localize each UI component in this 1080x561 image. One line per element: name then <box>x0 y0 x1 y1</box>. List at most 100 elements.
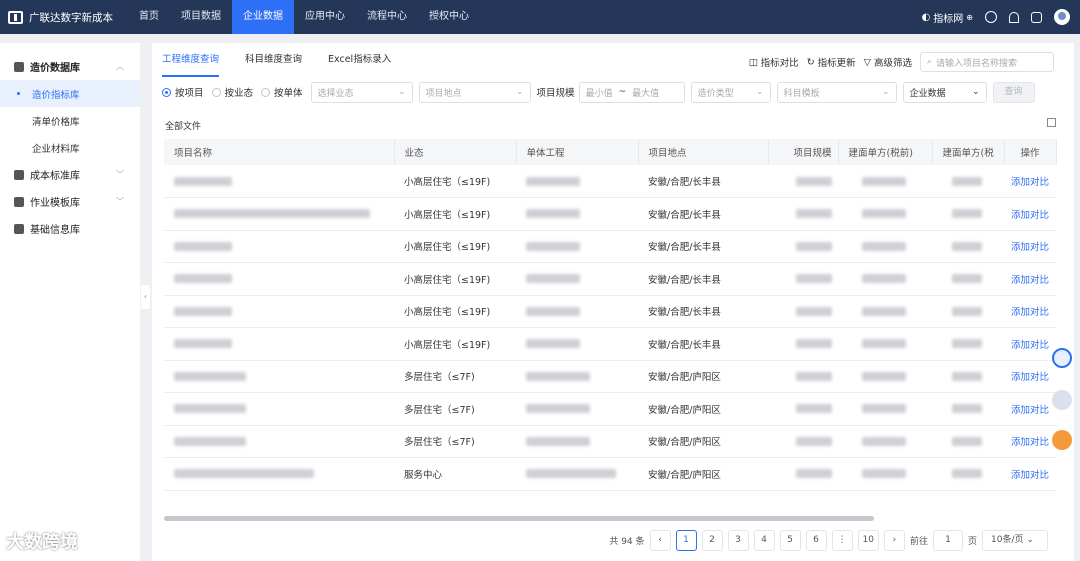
col-header-unit-project[interactable]: 单体工程 <box>516 139 639 165</box>
cell-location: 安徽/合肥/长丰县 <box>638 165 768 198</box>
subject-template-select[interactable]: 科目模板 ⌄ <box>776 81 897 103</box>
cell-action: 添加对比 <box>1004 295 1056 328</box>
add-compare-link[interactable]: 添加对比 <box>1011 470 1049 481</box>
cell-business-type: 小高层住宅（≤19F) <box>394 165 516 198</box>
radio-by-business[interactable]: 按业态 <box>211 85 253 99</box>
col-header-business-type[interactable]: 业态 <box>394 139 517 165</box>
nav-item-project-data[interactable]: 项目数据 <box>170 0 232 34</box>
search-placeholder: 请输入项目名称搜索 <box>936 58 1018 69</box>
database-icon <box>14 223 24 234</box>
update-button[interactable]: ↻ 指标更新 <box>807 55 856 70</box>
cell-location: 安徽/合肥/庐阳区 <box>638 360 768 393</box>
col-header-location[interactable]: 项目地点 <box>638 139 769 165</box>
add-compare-link[interactable]: 添加对比 <box>1011 372 1049 383</box>
location-select[interactable]: 项目地点 ⌄ <box>418 81 531 103</box>
max-placeholder: 最大值 <box>632 88 660 99</box>
sidebar-group-work-template[interactable]: 作业模板库 ﹀ <box>0 188 140 215</box>
page-button-6[interactable]: 6 <box>805 530 827 551</box>
table-row: 小高层住宅（≤19F) 安徽/合肥/长丰县 添加对比 <box>164 165 1056 198</box>
sidebar-group-basic-info[interactable]: 基础信息库 <box>0 215 140 242</box>
add-compare-link[interactable]: 添加对比 <box>1011 340 1049 351</box>
cell-unit-project <box>516 392 638 426</box>
select-placeholder: 科目模板 <box>783 88 820 99</box>
cell-project-name <box>164 165 394 198</box>
next-page-button[interactable]: › <box>883 530 905 551</box>
page-size-select[interactable]: 10条/页 ⌄ <box>982 530 1048 551</box>
tab-excel-import[interactable]: Excel指标录入 <box>328 43 391 77</box>
cell-unit-cost-pretax <box>838 457 932 491</box>
page-button-1[interactable]: 1 <box>675 530 697 551</box>
page-button-2[interactable]: 2 <box>701 530 723 551</box>
apps-icon[interactable] <box>1031 11 1042 23</box>
add-compare-link[interactable]: 添加对比 <box>1011 177 1049 188</box>
radio-by-project[interactable]: 按项目 <box>162 85 204 99</box>
nav-item-auth-center[interactable]: 授权中心 <box>418 0 480 34</box>
add-compare-link[interactable]: 添加对比 <box>1011 210 1049 221</box>
search-input[interactable]: ⌕ 请输入项目名称搜索 <box>920 52 1054 72</box>
cell-business-type: 小高层住宅（≤19F) <box>394 327 516 361</box>
gift-float-icon[interactable] <box>1052 430 1072 450</box>
chevron-down-icon: ﹀ <box>116 197 124 206</box>
cost-type-select[interactable]: 造价类型 ⌄ <box>690 81 771 103</box>
compare-button[interactable]: ◫ 指标对比 <box>749 55 799 70</box>
add-compare-link[interactable]: 添加对比 <box>1011 405 1049 416</box>
main-nav: 首页 项目数据 企业数据 应用中心 流程中心 授权中心 <box>128 0 480 34</box>
cell-action: 添加对比 <box>1004 262 1056 296</box>
add-compare-link[interactable]: 添加对比 <box>1011 307 1049 318</box>
arrow-circle-icon: ⊕ <box>966 12 973 22</box>
cell-unit-cost-pretax <box>838 360 932 393</box>
sidebar-item-enterprise-material[interactable]: 企业材料库 <box>0 134 140 161</box>
add-compare-link[interactable]: 添加对比 <box>1011 275 1049 286</box>
cell-unit-cost-pretax <box>838 230 932 263</box>
col-header-unit-cost-pretax[interactable]: 建面单方(税前) <box>838 139 933 165</box>
query-button[interactable]: 查询 <box>992 81 1035 103</box>
nav-item-workflow-center[interactable]: 流程中心 <box>356 0 418 34</box>
nav-item-home[interactable]: 首页 <box>128 0 170 34</box>
scale-range-input[interactable]: 最小值 ~ 最大值 <box>578 81 685 103</box>
tab-engineering-dimension[interactable]: 工程维度查询 <box>162 43 220 77</box>
cell-unit-project <box>516 457 638 491</box>
goto-page-input[interactable]: 1 <box>932 530 963 551</box>
advanced-filter-button[interactable]: ▽ 高级筛选 <box>864 55 912 70</box>
prev-page-button[interactable]: ‹ <box>649 530 671 551</box>
col-header-scale[interactable]: 项目规模 <box>768 139 839 165</box>
main-panel: 工程维度查询 科目维度查询 Excel指标录入 ◫ 指标对比 ↻ 指标更新 ▽ 高级筛… <box>152 43 1074 561</box>
add-compare-link[interactable]: 添加对比 <box>1011 242 1049 253</box>
bell-icon[interactable] <box>1009 11 1019 23</box>
add-compare-link[interactable]: 添加对比 <box>1011 437 1049 448</box>
search-icon: ⌕ <box>927 57 933 67</box>
index-net-link[interactable]: ◐ 指标网 ⊕ <box>922 10 973 25</box>
chevron-down-icon: ⌄ <box>972 87 980 97</box>
page-button-3[interactable]: 3 <box>727 530 749 551</box>
page-button-5[interactable]: 5 <box>779 530 801 551</box>
sidebar-item-bill-price[interactable]: 清单价格库 <box>0 107 140 134</box>
tab-subject-dimension[interactable]: 科目维度查询 <box>245 43 302 77</box>
more-pages-button[interactable]: ⋮ <box>831 530 853 551</box>
column-settings-icon[interactable] <box>1047 118 1056 127</box>
page-button-4[interactable]: 4 <box>753 530 775 551</box>
sidebar-item-cost-index[interactable]: 造价指标库 <box>0 80 140 107</box>
cell-scale <box>768 295 838 328</box>
page-button-10[interactable]: 10 <box>857 530 879 551</box>
assistant-float-icon[interactable] <box>1052 390 1072 410</box>
col-header-unit-cost-tax[interactable]: 建面单方(税 <box>932 139 1005 165</box>
nav-item-enterprise-data[interactable]: 企业数据 <box>232 0 294 34</box>
index-net-logo-icon: ◐ <box>921 11 931 23</box>
col-header-project-name[interactable]: 项目名称 <box>164 139 395 165</box>
location-float-icon[interactable] <box>1052 348 1072 368</box>
cell-unit-cost-pretax <box>838 197 932 231</box>
sidebar-collapse-button[interactable]: ‹ <box>141 285 150 309</box>
horizontal-scrollbar[interactable] <box>164 516 874 521</box>
business-type-select[interactable]: 选择业态 ⌄ <box>310 81 413 103</box>
sidebar-group-cost-standard[interactable]: 成本标准库 ﹀ <box>0 161 140 188</box>
help-icon[interactable] <box>985 11 997 23</box>
nav-item-app-center[interactable]: 应用中心 <box>294 0 356 34</box>
cell-project-name <box>164 230 394 263</box>
radio-by-unit[interactable]: 按单体 <box>261 85 303 99</box>
sidebar-group-cost-database[interactable]: 造价数据库 ︿ <box>0 53 140 80</box>
avatar[interactable] <box>1054 9 1070 25</box>
enterprise-data-select[interactable]: 企业数据 ⌄ <box>902 81 987 103</box>
top-navbar: 广联达数字新成本 首页 项目数据 企业数据 应用中心 流程中心 授权中心 ◐ 指标… <box>0 0 1080 34</box>
brand[interactable]: 广联达数字新成本 <box>0 10 128 25</box>
cell-unit-project <box>516 165 638 198</box>
